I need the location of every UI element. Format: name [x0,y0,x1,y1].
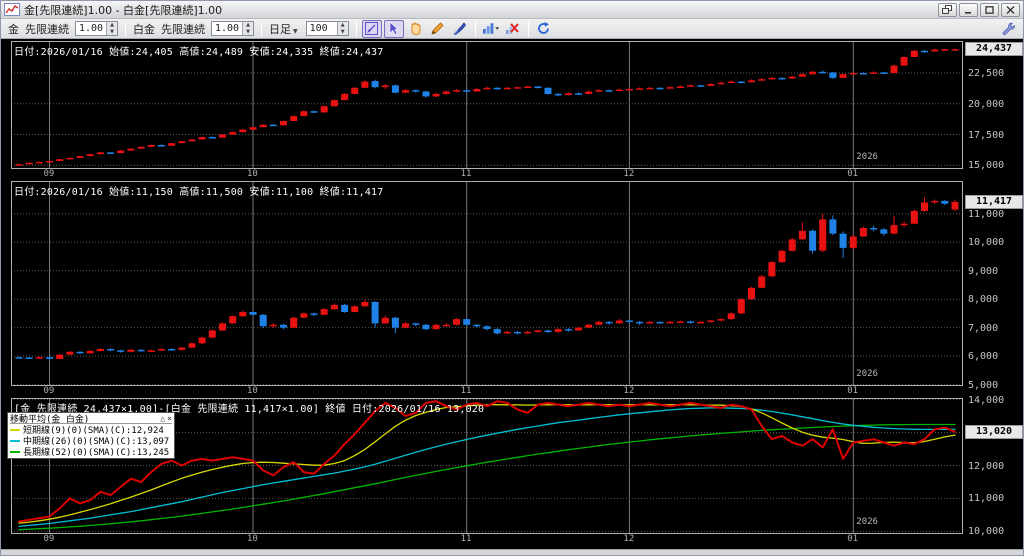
gold-ratio-input[interactable]: 1.00 ▲ ▼ [75,21,118,36]
pan-hand-icon [411,22,421,35]
spread-last-price-box: 13,020 [965,424,1023,439]
select-arrow-icon [389,21,399,35]
gold-ohlc-info: 日付:2026/01/16 始値:24,405 高値:24,489 安値:24,… [14,47,384,58]
long-sma-color-marker [10,450,20,453]
refresh-icon [538,22,550,34]
draw-pencil-button[interactable] [428,20,448,38]
chart-type-bars-icon [482,23,499,34]
pan-hand-button[interactable] [406,20,426,38]
moving-average-legend: 移動平均(金 白金) △ × 短期線(9)(0)(SMA)(C):12,924 … [7,412,175,459]
gold-last-price-box: 24,437 [965,42,1023,57]
select-arrow-button[interactable] [383,19,404,38]
refresh-button[interactable] [534,20,554,38]
window-bottom-edge [1,549,1023,555]
svg-text:2026: 2026 [856,369,878,379]
minimize-icon [965,11,971,14]
title-bar: 金[先限連続]1.00 - 白金[先限連続]1.00 [1,1,1023,19]
gold-contract-label: 先限連続 [25,22,69,36]
period-select[interactable]: 日足 ▼ [269,21,300,37]
float-window-button[interactable] [938,2,957,17]
delete-drawing-button[interactable] [503,20,523,38]
maximize-button[interactable] [980,2,999,17]
spread-x-axis: 09 10 11 12 01 [43,534,859,544]
gold-candlestick-panel[interactable]: 2026 [11,41,963,169]
app-window: 金[先限連続]1.00 - 白金[先限連続]1.00 金 先限連続 1.00 ▲… [0,0,1024,556]
platinum-x-axis: 09 10 11 12 01 [43,386,859,396]
draw-pen-icon [453,22,467,35]
settings-wrench-icon [1002,22,1015,36]
app-chart-icon [4,3,20,16]
maximize-icon [985,5,994,14]
mid-sma-color-marker [10,439,20,442]
crosshair-chart-icon [365,22,379,35]
gold-ratio-spinner[interactable]: ▲ ▼ [106,22,117,35]
platinum-ohlc-info: 日付:2026/01/16 始値:11,150 高値:11,500 安値:11,… [14,187,384,198]
settings-button[interactable] [998,20,1018,38]
chart-area: 2026 日付:2026/01/16 始値:24,405 高値:24,489 安… [1,39,1023,549]
svg-text:2026: 2026 [856,517,878,527]
gold-symbol-label: 金 [8,22,19,36]
price-axis[interactable]: 24,437 11,417 13,020 22,500 20,000 17,500 1… [963,39,1023,549]
draw-pen-button[interactable] [450,20,470,38]
gold-x-axis: 09 10 11 12 01 [43,169,859,179]
draw-pencil-icon [431,22,444,35]
crosshair-chart-button[interactable] [361,19,382,38]
delete-cross-icon [506,23,519,34]
svg-text:2026: 2026 [856,152,878,162]
platinum-ratio-input[interactable]: 1.00 ▲ ▼ [211,21,254,36]
chevron-down-icon: ▼ [293,27,298,35]
legend-collapse-button[interactable]: △ [160,414,165,423]
close-button[interactable] [1001,2,1020,17]
platinum-candlestick-panel[interactable]: 2026 [11,181,963,386]
platinum-contract-label: 先限連続 [161,22,205,36]
window-title: 金[先限連続]1.00 - 白金[先限連続]1.00 [24,3,223,17]
close-icon [1006,5,1015,14]
toolbar: 金 先限連続 1.00 ▲ ▼ 白金 先限連続 1.00 ▲ ▼ 日足 ▼ 100 ▲… [1,19,1023,39]
bar-count-spinner[interactable]: ▲ ▼ [336,22,348,35]
platinum-ratio-spinner[interactable]: ▲ ▼ [242,22,253,35]
platinum-symbol-label: 白金 [133,22,155,36]
bar-count-input[interactable]: 100 ▲ ▼ [305,21,349,36]
platinum-last-price-box: 11,417 [965,194,1023,209]
minimize-button[interactable] [959,2,978,17]
short-sma-color-marker [10,428,20,431]
layered-windows-icon [942,4,952,14]
legend-item-long-sma: 長期線(52)(0)(SMA)(C):13,245 [10,446,172,458]
chart-type-button[interactable] [481,20,501,38]
legend-close-button[interactable]: × [167,414,172,423]
